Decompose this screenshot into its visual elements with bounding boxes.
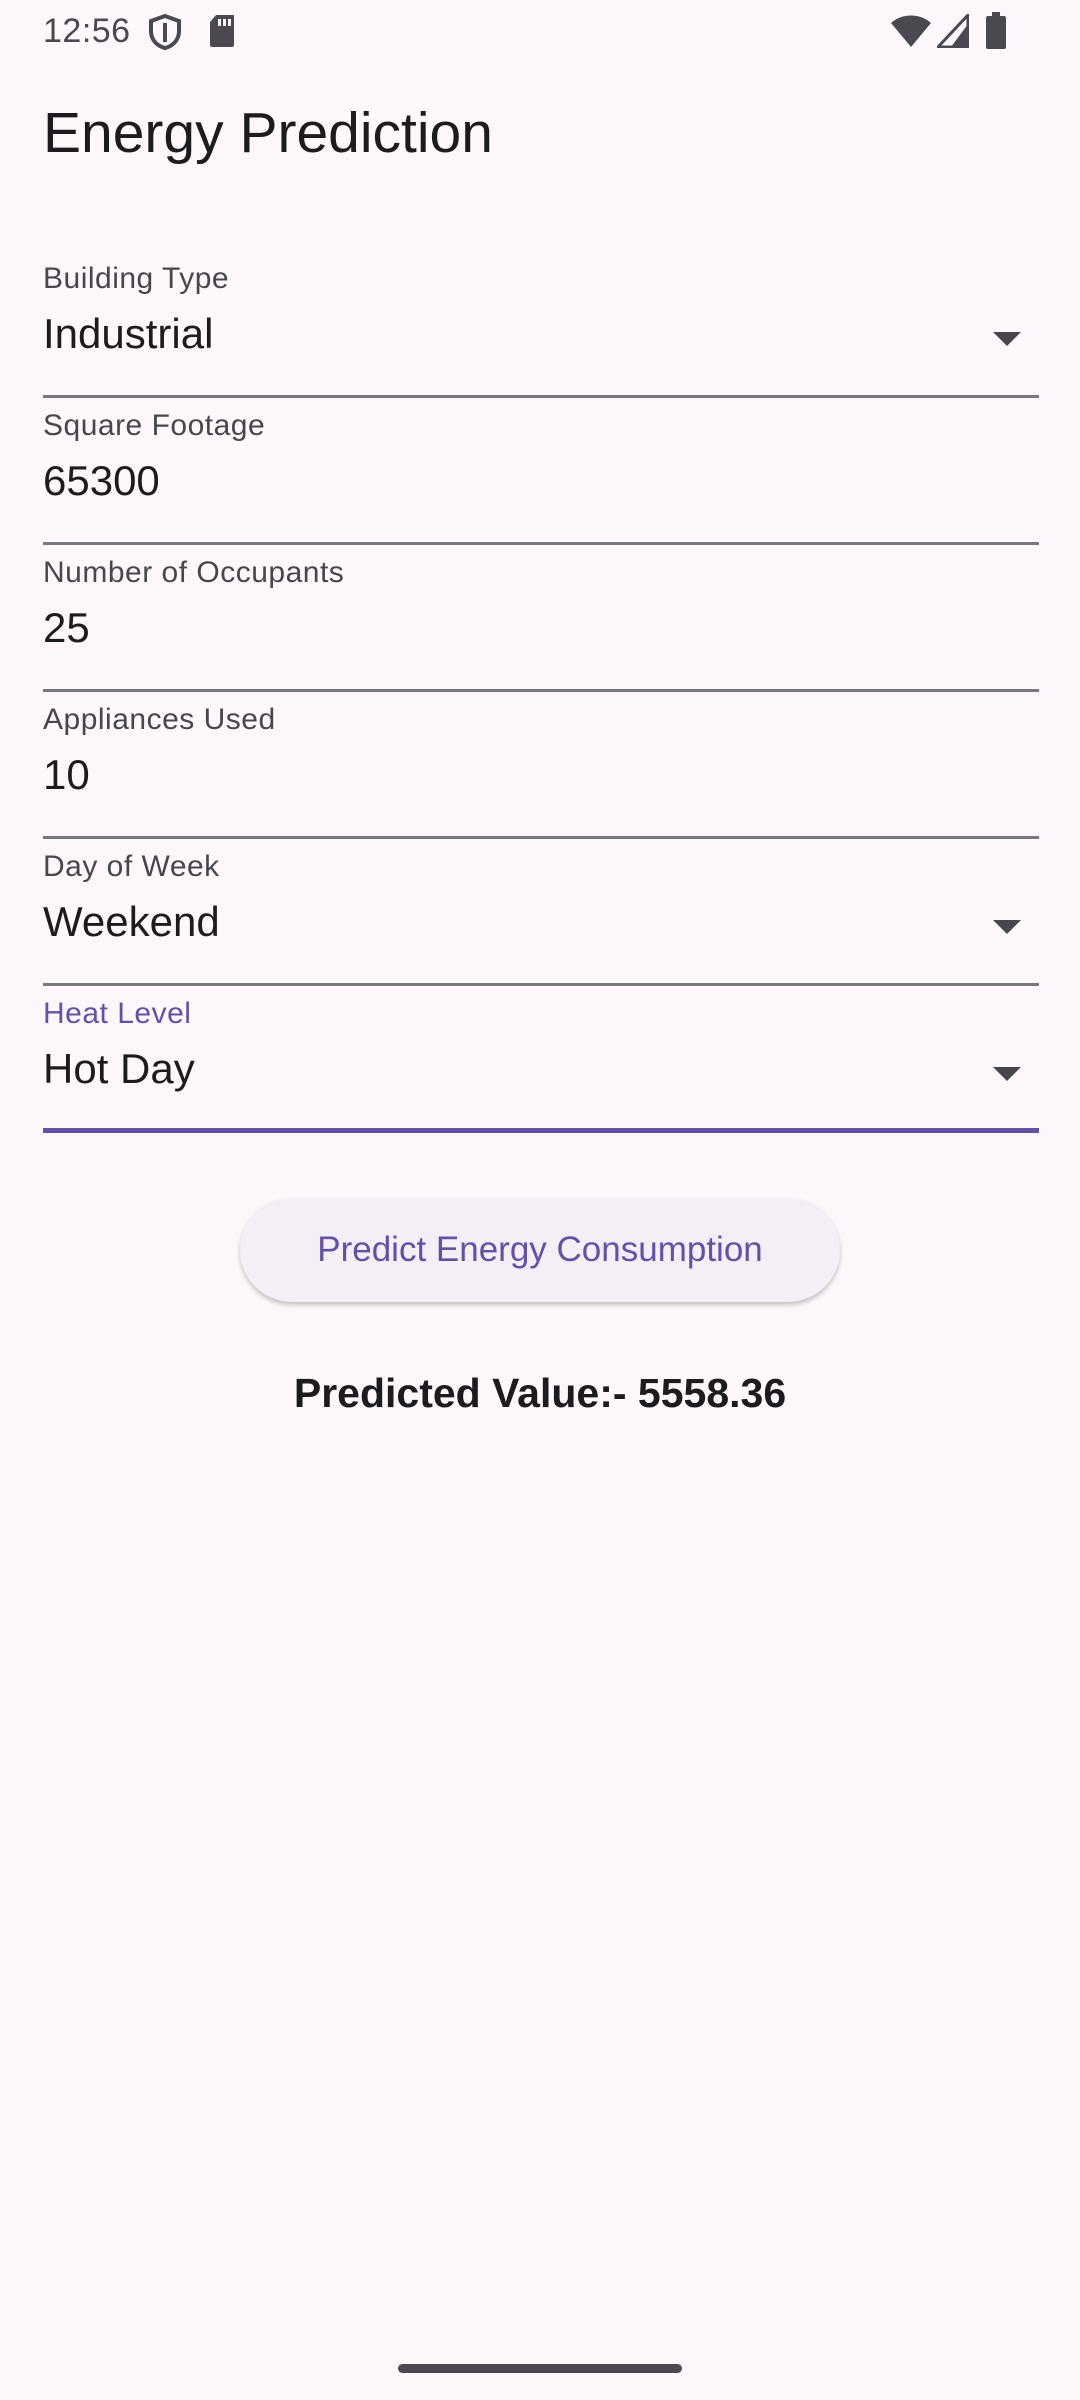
battery-icon [985,12,1007,55]
square-footage-input[interactable]: Square Footage 65300 [43,399,1039,545]
dropdown-arrow-icon [993,1067,1021,1081]
day-of-week-value: Weekend [43,898,220,945]
dropdown-arrow-icon [993,920,1021,934]
page-title: Energy Prediction [43,101,493,165]
day-of-week-label: Day of Week [43,850,220,883]
square-footage-value: 65300 [43,457,160,504]
appliances-label: Appliances Used [43,703,276,736]
status-bar: 12:56 [0,0,1080,62]
status-time: 12:56 [43,12,131,50]
predicted-value-text: Predicted Value:- 5558.36 [293,1370,787,1416]
wifi-icon [890,14,932,53]
shield-icon [148,13,182,55]
dropdown-arrow-icon [993,332,1021,346]
building-type-value: Industrial [43,310,214,357]
appliances-value: 10 [43,751,90,798]
occupants-input[interactable]: Number of Occupants 25 [43,546,1039,692]
day-of-week-dropdown[interactable]: Day of Week Weekend [43,840,1039,986]
signal-icon [934,11,970,53]
building-type-label: Building Type [43,262,230,295]
sd-card-icon [208,14,236,53]
home-indicator[interactable] [398,2364,682,2373]
square-footage-label: Square Footage [43,409,266,442]
predict-energy-button[interactable]: Predict Energy Consumption [240,1198,840,1302]
heat-level-dropdown[interactable]: Heat Level Hot Day [43,987,1039,1133]
heat-level-value: Hot Day [43,1045,195,1092]
heat-level-label: Heat Level [43,997,192,1030]
building-type-dropdown[interactable]: Building Type Industrial [43,252,1039,398]
occupants-label: Number of Occupants [43,556,345,589]
occupants-value: 25 [43,604,90,651]
appliances-input[interactable]: Appliances Used 10 [43,693,1039,839]
